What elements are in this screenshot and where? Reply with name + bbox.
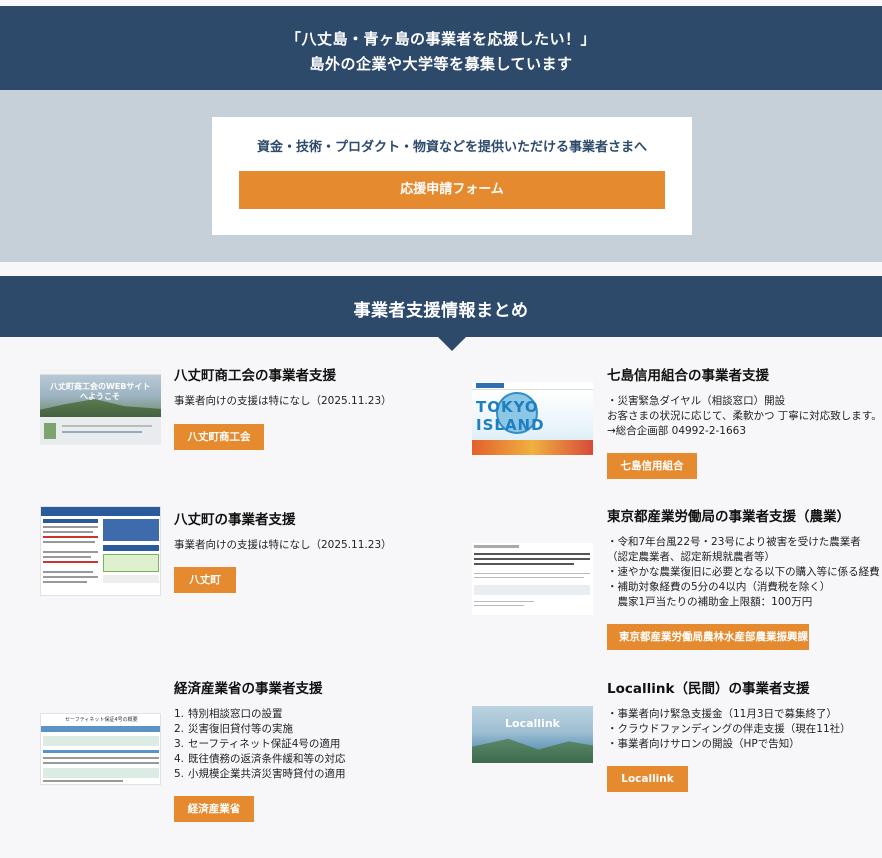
locallink-body-3: ・事業者向けサロンの開設（HPで告知）	[607, 738, 800, 750]
tokyo-body-4: ・補助対象経費の5分の4以内（消費税を除く）	[607, 581, 831, 593]
shichito-button[interactable]: 七島信用組合	[607, 453, 697, 479]
locallink-thumbnail[interactable]: Locallink	[472, 706, 593, 763]
tokyo-thumbnail[interactable]	[472, 543, 593, 615]
cta-box: 資金・技術・プロダクト・物資などを提供いただける事業者さまへ 応援申請フォーム	[212, 117, 692, 235]
shichito-body-2: お客さまの状況に応じて、柔軟かつ 丁寧に対応致します。	[607, 410, 882, 422]
locallink-body-1: ・事業者向け緊急支援金（11月3日で募集終了）	[607, 708, 838, 720]
top-banner-line1: 「八丈島・青ヶ島の事業者を応援したい！」	[285, 30, 596, 48]
tokyo-body-3: ・速やかな農業復旧に必要となる以下の購入等に係る経費	[607, 566, 880, 578]
shokokai-button[interactable]: 八丈町商工会	[174, 424, 264, 450]
tokyo-body-2: （認定農業者、認定新規就農者等）	[607, 551, 775, 563]
shokokai-thumb-text2: へようこそ	[80, 392, 120, 401]
cta-lead-text: 資金・技術・プロダクト・物資などを提供いただける事業者さまへ	[256, 140, 647, 155]
top-banner: 「八丈島・青ヶ島の事業者を応援したい！」 島外の企業や大学等を募集しています	[0, 6, 882, 90]
shichito-thumbnail[interactable]: TOKYO ISLAND	[472, 382, 593, 455]
locallink-button[interactable]: Locallink	[607, 766, 688, 792]
meti-thumbnail[interactable]: セーフティネット保証4号の概要	[40, 713, 161, 785]
town-button[interactable]: 八丈町	[174, 567, 236, 593]
top-banner-line2: 島外の企業や大学等を募集しています	[309, 55, 573, 73]
meti-button[interactable]: 経済産業省	[174, 796, 254, 822]
meti-title: 経済産業省の事業者支援	[174, 681, 323, 697]
shokokai-body: 事業者向けの支援は特になし（2025.11.23）	[174, 395, 392, 407]
section-pointer-arrow	[438, 337, 466, 351]
tokyo-body-5: 農家1戸当たりの補助金上限額：100万円	[607, 596, 813, 608]
tokyo-button[interactable]: 東京都産業労働局農林水産部農業振興課	[607, 624, 809, 650]
support-application-form-button[interactable]: 応援申請フォーム	[239, 171, 665, 209]
tokyo-title: 東京都産業労働局の事業者支援（農業）	[607, 509, 850, 525]
meti-item-4: 4. 既往債務の返済条件緩和等の対応	[174, 753, 346, 765]
meti-item-3: 3. セーフティネット保証4号の適用	[174, 738, 341, 750]
locallink-thumb-text: Locallink	[505, 717, 560, 730]
locallink-title: Locallink（民間）の事業者支援	[607, 681, 810, 697]
section-title: 事業者支援情報まとめ	[353, 301, 529, 321]
town-title: 八丈町の事業者支援	[174, 512, 296, 528]
locallink-body-2: ・クラウドファンディングの伴走支援（現在11社）	[607, 723, 851, 735]
shokokai-thumbnail[interactable]: 八丈町商工会のWEBサイト へようこそ	[40, 369, 161, 445]
town-body: 事業者向けの支援は特になし（2025.11.23）	[174, 539, 392, 551]
shokokai-title: 八丈町商工会の事業者支援	[174, 368, 336, 384]
section-banner: 事業者支援情報まとめ	[0, 276, 882, 337]
shichito-thumb-text: TOKYO ISLAND	[476, 398, 545, 434]
meti-item-5: 5. 小規模企業共済災害時貸付の適用	[174, 768, 346, 780]
shichito-body-3: →総合企画部 04992-2-1663	[607, 425, 747, 437]
tokyo-body-1: ・令和7年台風22号・23号により被害を受けた農業者	[607, 536, 861, 548]
meti-item-2: 2. 災害復旧貸付等の実施	[174, 723, 293, 735]
shichito-title: 七島信用組合の事業者支援	[607, 368, 769, 384]
town-thumbnail[interactable]	[40, 506, 161, 596]
shichito-body-1: ・災害緊急ダイヤル（相談窓口）開設	[607, 395, 786, 407]
meti-item-1: 1. 特別相談窓口の設置	[174, 708, 283, 720]
meti-thumb-text: セーフティネット保証4号の概要	[65, 717, 138, 723]
